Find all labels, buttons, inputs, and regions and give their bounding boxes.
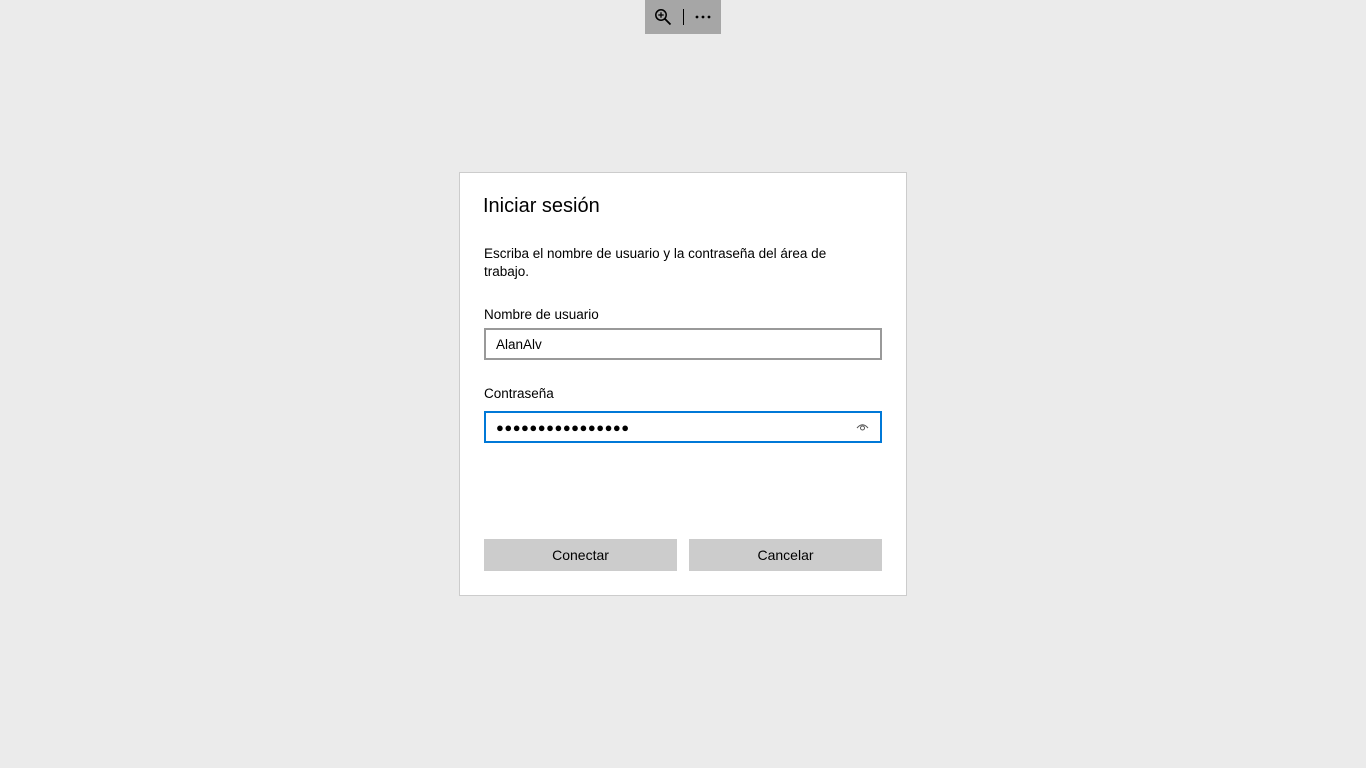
sign-in-dialog: Iniciar sesión Escriba el nombre de usua… — [459, 172, 907, 596]
password-value: ●●●●●●●●●●●●●●●● — [496, 419, 630, 435]
top-toolbar — [645, 0, 721, 34]
dialog-description: Escriba el nombre de usuario y la contra… — [484, 246, 827, 279]
eye-icon[interactable] — [854, 419, 870, 435]
dialog-title: Iniciar sesión — [483, 195, 600, 217]
password-label: Contraseña — [484, 386, 554, 401]
toolbar-separator — [682, 9, 684, 25]
password-field[interactable]: ●●●●●●●●●●●●●●●● — [484, 411, 882, 443]
username-label: Nombre de usuario — [484, 307, 599, 322]
connect-button[interactable]: Conectar — [484, 539, 677, 571]
more-icon[interactable] — [693, 7, 713, 27]
username-field[interactable]: AlanAlv — [484, 328, 882, 360]
cancel-button[interactable]: Cancelar — [689, 539, 882, 571]
username-value: AlanAlv — [496, 336, 542, 352]
zoom-in-icon[interactable] — [653, 7, 673, 27]
